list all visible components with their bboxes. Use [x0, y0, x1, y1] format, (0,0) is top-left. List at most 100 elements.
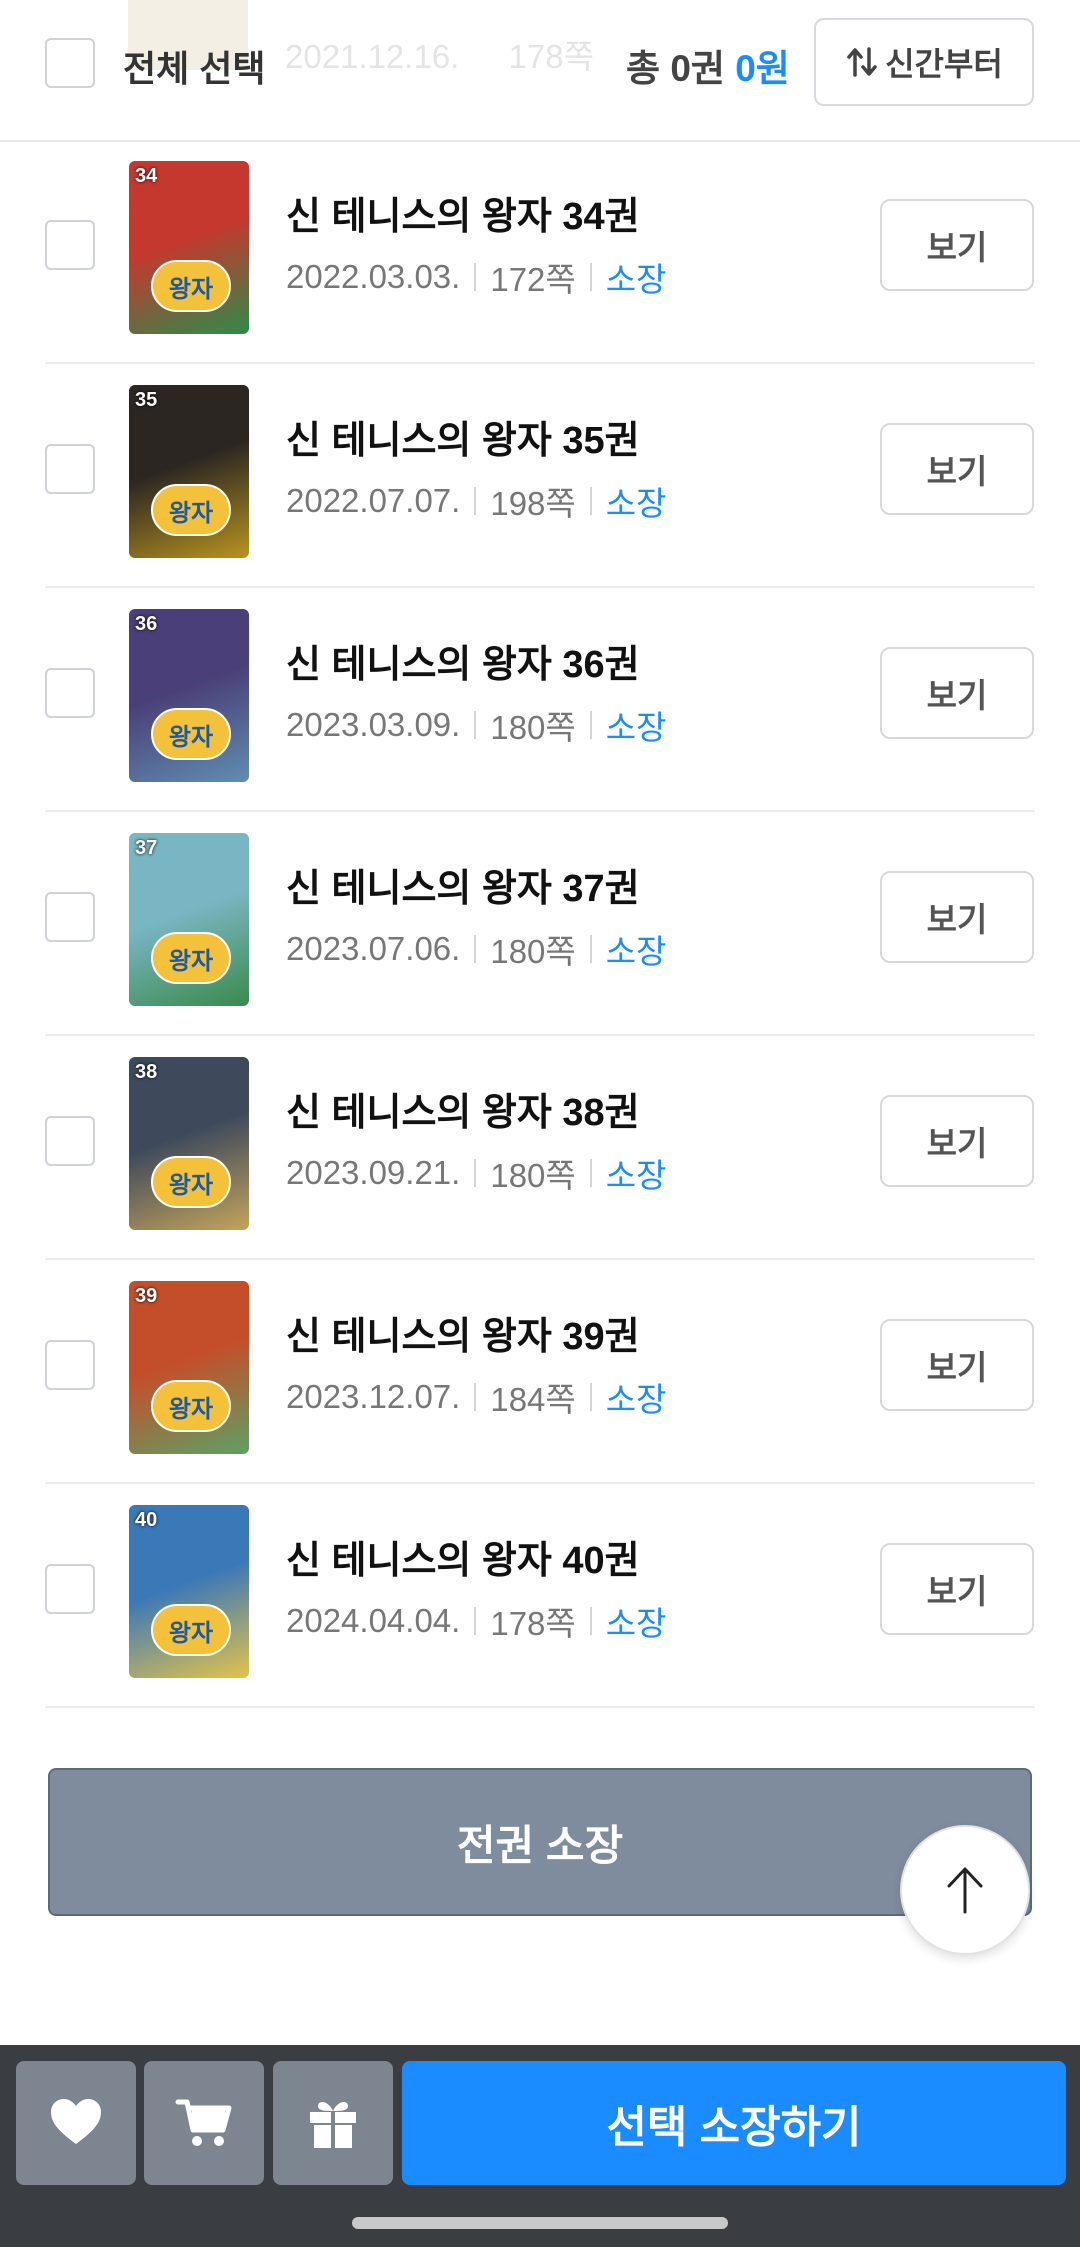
meta-divider — [474, 263, 477, 291]
book-row[interactable]: 38 왕자 신 테니스의 왕자 38권 2023.09.21. 180쪽 소장 … — [0, 1036, 1080, 1260]
book-row[interactable]: 34 왕자 신 테니스의 왕자 34권 2022.03.03. 172쪽 소장 … — [0, 140, 1080, 364]
book-select-checkbox[interactable] — [45, 892, 95, 942]
book-meta: 2023.03.09. 180쪽 소장 — [286, 701, 667, 749]
book-cover[interactable]: 36 왕자 — [129, 609, 249, 782]
view-button[interactable]: 보기 — [880, 199, 1034, 291]
book-meta: 2024.04.04. 178쪽 소장 — [286, 1597, 667, 1645]
meta-divider — [589, 1383, 592, 1411]
ownership-status: 소장 — [605, 1605, 667, 1642]
meta-divider — [589, 263, 592, 291]
view-button[interactable]: 보기 — [880, 423, 1034, 515]
select-all-label[interactable]: 전체 선택 — [123, 40, 265, 92]
book-title[interactable]: 신 테니스의 왕자 40권 — [286, 1529, 640, 1584]
book-meta: 2023.09.21. 180쪽 소장 — [286, 1149, 667, 1197]
page-count: 184쪽 — [490, 1381, 576, 1418]
volume-number: 38 — [135, 1061, 158, 1083]
cover-logo: 왕자 — [151, 1156, 231, 1208]
ridibooks-volume-list-page: 2021.12.16. 178쪽 전체 선택 총 0권 0원 신간부터 34 왕… — [0, 0, 1080, 2247]
home-indicator — [352, 2217, 728, 2229]
sort-button[interactable]: 신간부터 — [814, 18, 1034, 106]
cover-logo: 왕자 — [151, 484, 231, 536]
meta-divider — [589, 711, 592, 739]
view-button[interactable]: 보기 — [880, 1319, 1034, 1411]
publish-date: 2022.03.03. — [286, 258, 461, 295]
publish-date: 2024.04.04. — [286, 1602, 461, 1639]
volume-number: 36 — [135, 613, 158, 635]
scroll-to-top-button[interactable] — [900, 1825, 1030, 1955]
page-count: 178쪽 — [490, 1605, 576, 1642]
cover-logo: 왕자 — [151, 708, 231, 760]
ownership-status: 소장 — [605, 261, 667, 298]
book-select-checkbox[interactable] — [45, 1564, 95, 1614]
book-meta: 2023.12.07. 184쪽 소장 — [286, 1373, 667, 1421]
sort-label: 신간부터 — [885, 46, 1003, 82]
meta-divider — [474, 1607, 477, 1635]
publish-date: 2022.07.07. — [286, 482, 461, 519]
book-meta: 2021.12.16. 178쪽 — [285, 38, 594, 75]
cart-icon — [175, 2099, 232, 2146]
view-button[interactable]: 보기 — [880, 647, 1034, 739]
book-row[interactable]: 37 왕자 신 테니스의 왕자 37권 2023.07.06. 180쪽 소장 … — [0, 812, 1080, 1036]
view-button[interactable]: 보기 — [880, 1543, 1034, 1635]
view-button[interactable]: 보기 — [880, 1095, 1034, 1187]
book-list: 34 왕자 신 테니스의 왕자 34권 2022.03.03. 172쪽 소장 … — [0, 140, 1080, 1708]
gift-button[interactable] — [273, 2061, 393, 2185]
selection-total: 총 0권 0원 — [626, 38, 790, 92]
book-cover[interactable]: 34 왕자 — [129, 161, 249, 334]
book-title[interactable]: 신 테니스의 왕자 37권 — [286, 857, 640, 912]
book-cover[interactable]: 39 왕자 — [129, 1281, 249, 1454]
total-count: 총 0권 — [626, 48, 725, 89]
wishlist-button[interactable] — [16, 2061, 136, 2185]
meta-divider — [474, 711, 477, 739]
ownership-status: 소장 — [605, 1381, 667, 1418]
book-cover[interactable]: 38 왕자 — [129, 1057, 249, 1230]
gift-icon — [310, 2101, 356, 2148]
book-meta: 2022.03.03. 172쪽 소장 — [286, 253, 667, 301]
meta-divider — [474, 935, 477, 963]
book-row[interactable]: 40 왕자 신 테니스의 왕자 40권 2024.04.04. 178쪽 소장 … — [0, 1484, 1080, 1708]
meta-divider — [589, 487, 592, 515]
ownership-status: 소장 — [605, 1157, 667, 1194]
page-count: 180쪽 — [490, 709, 576, 746]
book-cover[interactable]: 40 왕자 — [129, 1505, 249, 1678]
book-select-checkbox[interactable] — [45, 668, 95, 718]
book-row[interactable]: 39 왕자 신 테니스의 왕자 39권 2023.12.07. 184쪽 소장 … — [0, 1260, 1080, 1484]
book-meta: 2023.07.06. 180쪽 소장 — [286, 925, 667, 973]
book-title[interactable]: 신 테니스의 왕자 34권 — [286, 185, 640, 240]
volume-number: 37 — [135, 837, 158, 859]
book-title[interactable]: 신 테니스의 왕자 36권 — [286, 633, 640, 688]
volume-number: 40 — [135, 1509, 158, 1531]
cart-button[interactable] — [144, 2061, 264, 2185]
book-cover[interactable]: 35 왕자 — [129, 385, 249, 558]
book-cover[interactable]: 37 왕자 — [129, 833, 249, 1006]
page-count: 198쪽 — [490, 485, 576, 522]
book-row[interactable]: 36 왕자 신 테니스의 왕자 36권 2023.03.09. 180쪽 소장 … — [0, 588, 1080, 812]
volume-number: 39 — [135, 1285, 158, 1307]
purchase-selected-button[interactable]: 선택 소장하기 — [402, 2061, 1066, 2185]
arrow-up-icon — [947, 1867, 983, 1914]
book-select-checkbox[interactable] — [45, 444, 95, 494]
view-button[interactable]: 보기 — [880, 871, 1034, 963]
book-row[interactable]: 35 왕자 신 테니스의 왕자 35권 2022.07.07. 198쪽 소장 … — [0, 364, 1080, 588]
total-price: 0원 — [735, 48, 790, 89]
meta-divider — [589, 1607, 592, 1635]
publish-date: 2023.09.21. — [286, 1154, 461, 1191]
buy-all-button[interactable]: 전권 소장 — [48, 1768, 1032, 1916]
sort-arrows-icon — [847, 47, 877, 77]
meta-divider — [474, 1159, 477, 1187]
cover-logo: 왕자 — [151, 1604, 231, 1656]
heart-icon — [51, 2099, 101, 2144]
cover-logo: 왕자 — [151, 932, 231, 984]
book-select-checkbox[interactable] — [45, 1340, 95, 1390]
book-title[interactable]: 신 테니스의 왕자 35권 — [286, 409, 640, 464]
book-select-checkbox[interactable] — [45, 1116, 95, 1166]
page-count: 172쪽 — [490, 261, 576, 298]
volume-number: 34 — [135, 165, 158, 187]
book-select-checkbox[interactable] — [45, 220, 95, 270]
select-all-checkbox[interactable] — [45, 38, 95, 88]
book-title[interactable]: 신 테니스의 왕자 38권 — [286, 1081, 640, 1136]
book-title[interactable]: 신 테니스의 왕자 39권 — [286, 1305, 640, 1360]
ownership-status: 소장 — [605, 933, 667, 970]
meta-divider — [589, 1159, 592, 1187]
cover-logo: 왕자 — [151, 260, 231, 312]
